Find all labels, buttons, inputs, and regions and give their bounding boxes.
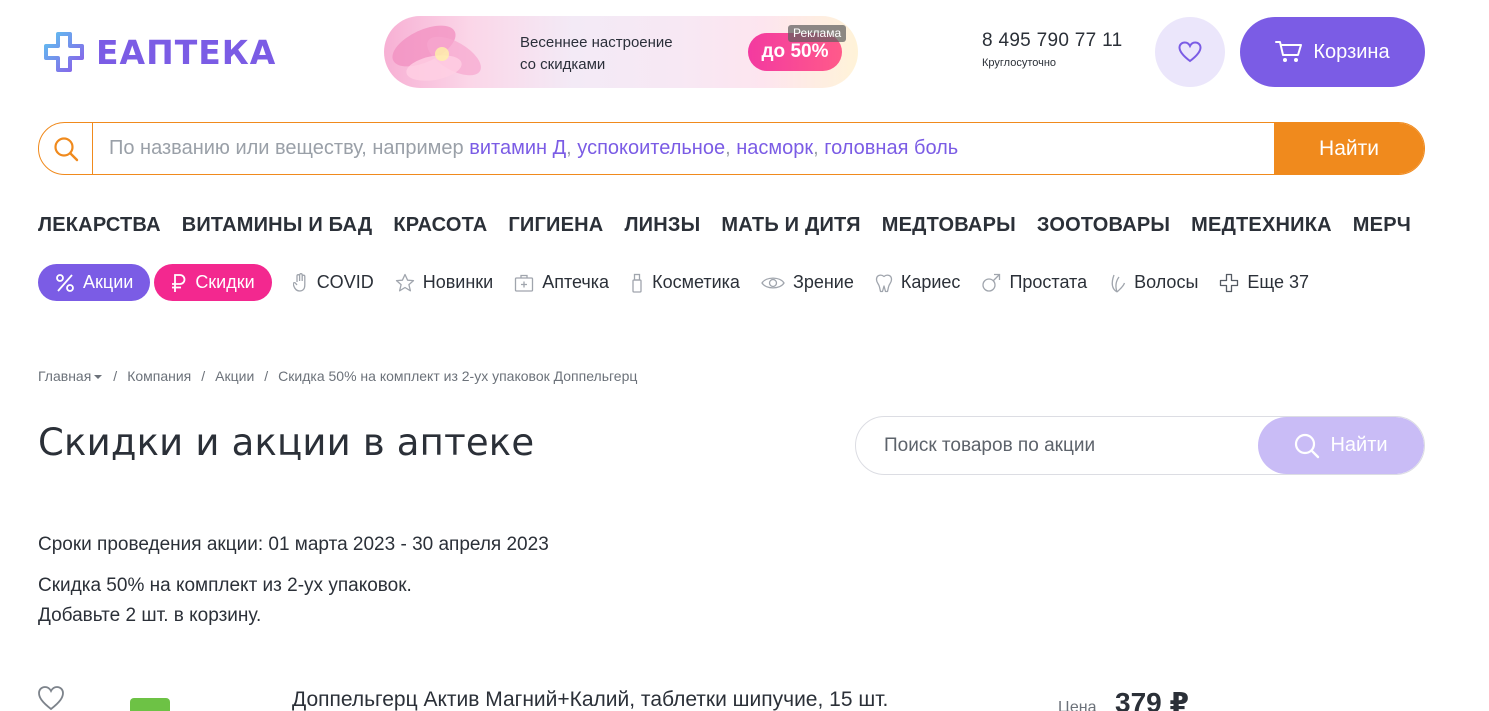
chip-label: Скидки — [195, 272, 255, 292]
phone-number[interactable]: 8 495 790 77 11 — [982, 30, 1122, 52]
chip-new[interactable]: Новинки — [395, 272, 494, 293]
category-link[interactable]: МЕДТЕХНИКА — [1191, 214, 1332, 237]
cross-logo-icon — [44, 32, 84, 72]
category-link[interactable]: ГИГИЕНА — [508, 214, 603, 237]
chip-hair[interactable]: Волосы — [1108, 272, 1198, 293]
product-name[interactable]: Доппельгерц Актив Магний+Калий, таблетки… — [292, 688, 888, 711]
chip-label: Простата — [1009, 272, 1088, 292]
chip-covid[interactable]: COVID — [292, 272, 374, 293]
breadcrumb: Главная / Компания / Акции / Скидка 50% … — [38, 368, 637, 384]
search-button[interactable]: Найти — [1274, 123, 1424, 174]
promo-line-2: со скидками — [520, 56, 606, 73]
breadcrumb-home[interactable]: Главная — [38, 368, 103, 384]
search-icon — [1295, 433, 1320, 458]
category-link[interactable]: МЕРЧ — [1353, 214, 1411, 237]
cart-icon — [1275, 41, 1303, 62]
chip-label: Акции — [83, 272, 134, 292]
quick-filter-chips: Акции Скидки COVID Новинки Аптечка Косме… — [38, 264, 1313, 301]
search-hint[interactable]: насморк — [736, 137, 813, 160]
search-hint[interactable]: витамин Д — [469, 137, 566, 160]
chip-first-aid[interactable]: Аптечка — [514, 272, 609, 293]
breadcrumb-separator: / — [264, 368, 269, 384]
percent-icon — [56, 273, 74, 292]
chip-cosmetics[interactable]: Косметика — [630, 272, 740, 293]
chip-actions[interactable]: Акции — [38, 264, 151, 301]
category-link[interactable]: МЕДТОВАРЫ — [882, 214, 1016, 237]
favorites-button[interactable] — [1155, 17, 1225, 87]
male-icon — [982, 273, 1001, 292]
search-placeholder: По названию или веществу, например — [109, 137, 464, 159]
main-search: По названию или веществу, например витам… — [38, 122, 1425, 175]
category-nav: ЛЕКАРСТВА ВИТАМИНЫ И БАД КРАСОТА ГИГИЕНА… — [38, 214, 1411, 237]
search-icon-box — [39, 123, 93, 174]
chip-label: COVID — [316, 272, 374, 292]
breadcrumb-separator: / — [201, 368, 206, 384]
chip-more[interactable]: Еще 37 — [1219, 272, 1309, 293]
chip-label: Косметика — [652, 272, 740, 292]
search-input[interactable]: По названию или веществу, например витам… — [93, 123, 1274, 174]
ad-label: Реклама — [788, 25, 847, 42]
chip-label: Кариес — [900, 272, 961, 292]
chip-discounts[interactable]: Скидки — [154, 264, 272, 301]
breadcrumb-item[interactable]: Акции — [215, 368, 254, 384]
cart-button[interactable]: Корзина — [1240, 17, 1425, 87]
category-link[interactable]: ЛЕКАРСТВА — [38, 214, 161, 237]
caret-down-icon — [94, 375, 103, 379]
breadcrumb-label: Главная — [38, 368, 92, 384]
breadcrumb-item[interactable]: Компания — [127, 368, 191, 384]
breadcrumb-separator: / — [113, 368, 118, 384]
search-hint[interactable]: успокоительное — [577, 137, 725, 160]
phone-note: Круглосуточно — [982, 57, 1057, 69]
product-price: 379 ₽ — [1115, 687, 1189, 711]
product-image[interactable] — [130, 698, 170, 711]
chip-label: Зрение — [792, 272, 854, 292]
logo[interactable]: ЕАПТЕКА — [42, 30, 276, 74]
logo-text: ЕАПТЕКА — [96, 32, 277, 72]
hand-icon — [292, 272, 306, 292]
promo-description: Скидка 50% на комплект из 2-ух упаковок. — [38, 575, 412, 596]
promo-terms: Сроки проведения акции: 01 марта 2023 - … — [38, 534, 549, 555]
promo-search-button[interactable]: Найти — [1258, 417, 1424, 474]
chip-label: Еще 37 — [1247, 272, 1310, 292]
category-link[interactable]: МАТЬ И ДИТЯ — [721, 214, 860, 237]
category-link[interactable]: ЗООТОВАРЫ — [1037, 214, 1170, 237]
promo-search: Поиск товаров по акции Найти — [855, 416, 1425, 475]
heart-icon — [1178, 41, 1202, 63]
promo-instruction: Добавьте 2 шт. в корзину. — [38, 605, 262, 626]
chip-vision[interactable]: Зрение — [761, 272, 854, 293]
search-icon — [53, 136, 78, 161]
price-label: Цена — [1058, 699, 1097, 711]
plus-cross-icon — [1220, 273, 1239, 292]
eye-icon — [761, 276, 785, 289]
chip-caries[interactable]: Кариес — [875, 272, 961, 293]
promo-line-1: Весеннее настроение — [520, 34, 673, 51]
flower-image — [392, 25, 481, 81]
chip-label: Волосы — [1134, 272, 1199, 292]
chip-label: Новинки — [422, 272, 494, 292]
promo-search-input[interactable]: Поиск товаров по акции — [856, 417, 1258, 474]
search-hint[interactable]: головная боль — [824, 137, 958, 160]
product-favorite-heart-icon[interactable] — [37, 684, 65, 711]
cosmetics-bottle-icon — [632, 273, 642, 293]
promo-search-button-label: Найти — [1330, 434, 1388, 456]
cart-label: Корзина — [1313, 40, 1390, 63]
chip-label: Аптечка — [542, 272, 610, 292]
promo-banner[interactable]: Весеннее настроение со скидками до 50% Р… — [384, 16, 858, 88]
page-title: Скидки и акции в аптеке — [38, 421, 535, 464]
category-link[interactable]: ЛИНЗЫ — [624, 214, 700, 237]
ruble-icon — [172, 273, 186, 292]
star-icon — [395, 273, 414, 291]
hair-icon — [1111, 274, 1126, 293]
first-aid-kit-icon — [515, 274, 534, 292]
category-link[interactable]: КРАСОТА — [393, 214, 487, 237]
chip-prostate[interactable]: Простата — [981, 272, 1087, 293]
category-link[interactable]: ВИТАМИНЫ И БАД — [182, 214, 373, 237]
breadcrumb-current: Скидка 50% на комплект из 2-ух упаковок … — [278, 368, 638, 384]
tooth-icon — [875, 274, 893, 292]
